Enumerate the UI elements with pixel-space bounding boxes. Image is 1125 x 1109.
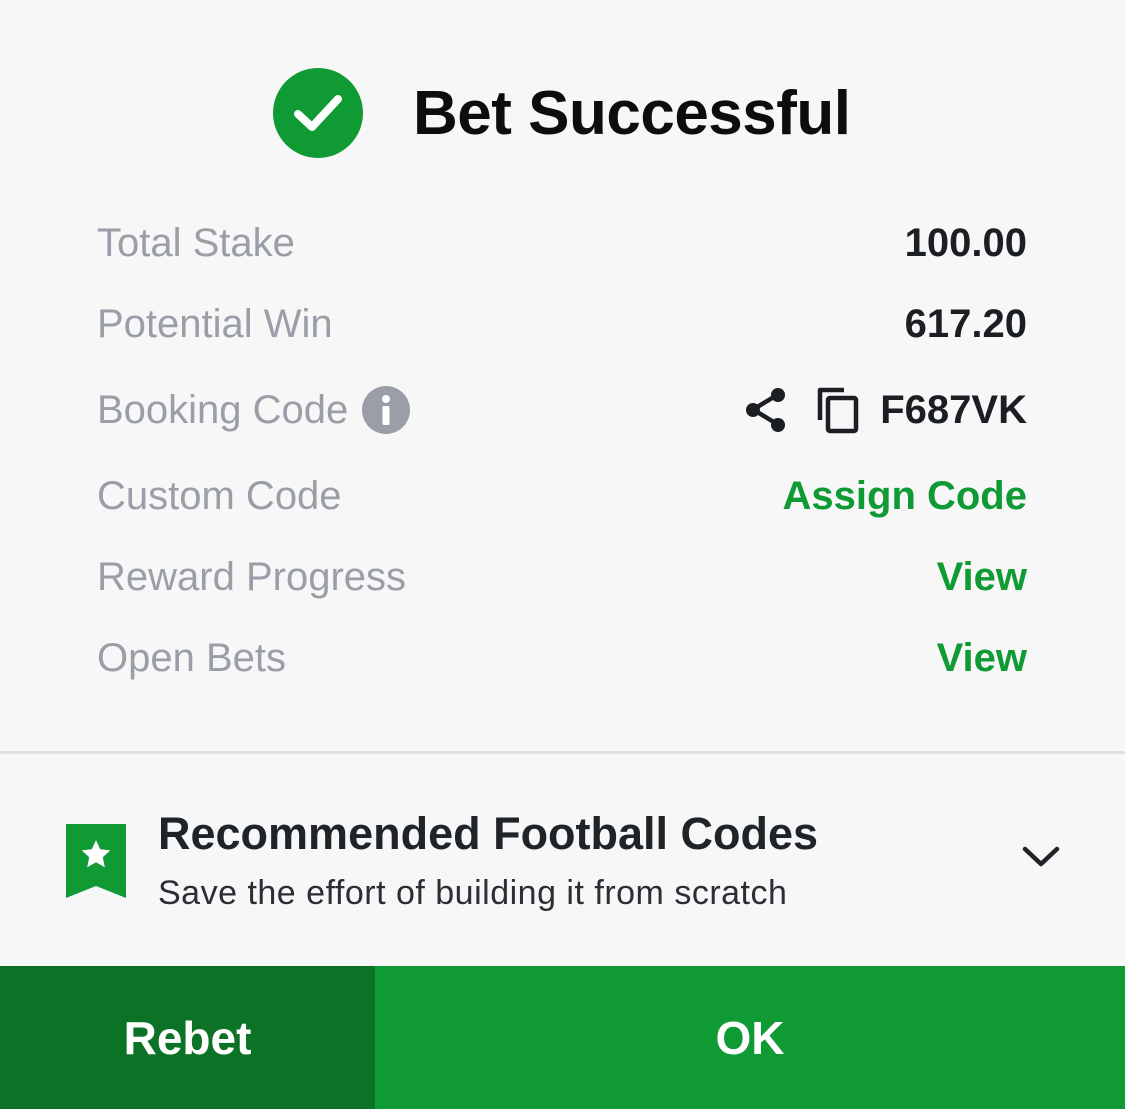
footer-actions: Rebet OK [0,966,1125,1109]
potential-win-label: Potential Win [97,301,333,346]
bookmark-star-icon [66,824,126,898]
assign-code-link[interactable]: Assign Code [783,474,1027,519]
booking-code-label-group: Booking Code [97,386,411,434]
total-stake-row: Total Stake 100.00 [97,203,1027,283]
custom-code-row: Custom Code Assign Code [97,456,1027,536]
booking-code-value[interactable]: F687VK [880,388,1027,433]
potential-win-value: 617.20 [904,301,1027,346]
rebet-button[interactable]: Rebet [0,966,375,1109]
share-icon[interactable] [744,386,788,434]
recommended-codes-panel[interactable]: Recommended Football Codes Save the effo… [0,754,1125,966]
ok-button[interactable]: OK [375,966,1125,1109]
total-stake-label: Total Stake [97,220,295,265]
copy-icon[interactable] [816,386,860,434]
reward-progress-row: Reward Progress View [97,537,1027,617]
potential-win-row: Potential Win 617.20 [97,284,1027,364]
recommended-subtitle: Save the effort of building it from scra… [158,874,788,912]
open-bets-view-link[interactable]: View [937,636,1027,681]
booking-code-label: Booking Code [97,387,349,432]
open-bets-row: Open Bets View [97,618,1027,698]
info-icon[interactable] [362,386,411,434]
recommended-title: Recommended Football Codes [158,808,819,859]
custom-code-label: Custom Code [97,473,342,518]
reward-progress-label: Reward Progress [97,554,407,599]
chevron-down-icon[interactable] [1020,842,1062,872]
total-stake-value: 100.00 [904,220,1027,265]
page-title: Bet Successful [413,78,851,148]
booking-code-row: Booking Code F687VK [97,370,1027,450]
success-header: Bet Successful [273,68,851,158]
booking-code-value-group: F687VK [744,386,1027,434]
reward-progress-view-link[interactable]: View [937,555,1027,600]
open-bets-label: Open Bets [97,635,287,680]
check-circle-icon [273,68,363,158]
